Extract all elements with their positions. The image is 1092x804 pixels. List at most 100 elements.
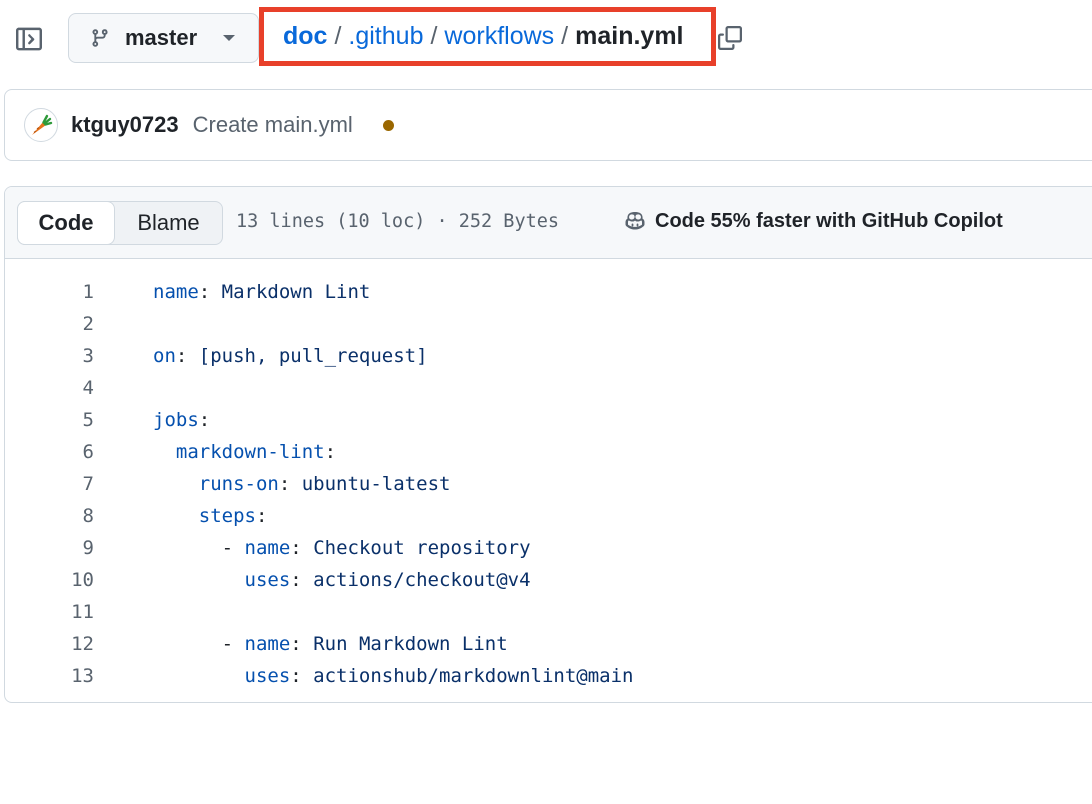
- copy-icon: [718, 26, 742, 50]
- code-key: uses: [244, 665, 291, 687]
- code-separator: :: [290, 569, 314, 591]
- sidebar-toggle-button[interactable]: [14, 24, 44, 54]
- commit-message-link[interactable]: Create main.yml: [193, 112, 353, 138]
- code-line: 1 name: Markdown Lint: [5, 276, 1092, 308]
- chevron-down-icon: [223, 35, 236, 41]
- code-value: Markdown Lint: [221, 281, 371, 303]
- line-number[interactable]: 13: [5, 665, 94, 687]
- code-value: [push, pull_request]: [198, 345, 428, 367]
- code-value: Run Markdown Lint: [313, 633, 508, 655]
- breadcrumb: doc / .github / workflows / main.yml: [259, 7, 716, 66]
- copy-path-button[interactable]: [715, 23, 745, 53]
- code-line: 8 steps:: [5, 500, 1092, 532]
- file-header: Code Blame 13 lines (10 loc) · 252 Bytes…: [5, 187, 1092, 259]
- code-key: name: [244, 633, 291, 655]
- code-key: jobs: [153, 409, 199, 431]
- line-content: runs-on: ubuntu-latest: [153, 473, 451, 495]
- code-value: actions/checkout@v4: [313, 569, 531, 591]
- line-number[interactable]: 8: [5, 505, 94, 527]
- commit-author-link[interactable]: ktguy0723: [71, 112, 179, 138]
- code-line: 6 markdown-lint:: [5, 436, 1092, 468]
- code-separator: :: [255, 505, 268, 527]
- code-separator: :: [175, 345, 199, 367]
- code-line: 9 - name: Checkout repository: [5, 532, 1092, 564]
- code-separator: :: [278, 473, 302, 495]
- code-separator: :: [290, 633, 314, 655]
- code-list-dash: -: [221, 633, 245, 655]
- carrot-icon: [32, 114, 53, 135]
- code-line: 5 jobs:: [5, 404, 1092, 436]
- code-key: name: [244, 537, 291, 559]
- line-content: uses: actions/checkout@v4: [153, 569, 531, 591]
- line-number[interactable]: 3: [5, 345, 94, 367]
- branch-name: master: [125, 25, 198, 50]
- line-content: jobs:: [153, 409, 210, 431]
- copilot-promo-text: Code 55% faster with GitHub Copilot: [655, 209, 1003, 232]
- code-separator: :: [324, 441, 337, 463]
- code-line: 13 uses: actionshub/markdownlint@main: [5, 660, 1092, 692]
- code-key: name: [153, 281, 199, 303]
- code-value: ubuntu-latest: [301, 473, 451, 495]
- line-number[interactable]: 4: [5, 377, 94, 399]
- line-content: uses: actionshub/markdownlint@main: [153, 665, 634, 687]
- line-number[interactable]: 12: [5, 633, 94, 655]
- code-separator: :: [198, 409, 211, 431]
- avatar[interactable]: [24, 108, 58, 142]
- code-line: 12 - name: Run Markdown Lint: [5, 628, 1092, 660]
- line-content: - name: Checkout repository: [153, 537, 531, 559]
- sidebar-expand-icon: [16, 27, 42, 51]
- breadcrumb-repo-link[interactable]: doc: [283, 22, 327, 51]
- branch-selector-button[interactable]: master: [68, 13, 259, 63]
- breadcrumb-current-file: main.yml: [575, 22, 684, 50]
- line-number[interactable]: 5: [5, 409, 94, 431]
- code-key: uses: [244, 569, 291, 591]
- line-content: - name: Run Markdown Lint: [153, 633, 508, 655]
- code-line: 2: [5, 308, 1092, 340]
- git-branch-icon: [89, 27, 111, 49]
- file-viewer: Code Blame 13 lines (10 loc) · 252 Bytes…: [4, 186, 1092, 703]
- line-number[interactable]: 10: [5, 569, 94, 591]
- line-content: steps:: [153, 505, 268, 527]
- code-line: 7 runs-on: ubuntu-latest: [5, 468, 1092, 500]
- line-number[interactable]: 7: [5, 473, 94, 495]
- latest-commit-bar: ktguy0723 Create main.yml: [4, 89, 1092, 161]
- code-separator: :: [290, 665, 314, 687]
- code-key: markdown-lint: [175, 441, 325, 463]
- code-list-dash: -: [221, 537, 245, 559]
- line-number[interactable]: 1: [5, 281, 94, 303]
- code-area: 1 name: Markdown Lint 2 3 on: [push, pull_re…: [5, 259, 1092, 692]
- breadcrumb-separator: /: [334, 22, 342, 50]
- code-value: Checkout repository: [313, 537, 531, 559]
- code-line: 4: [5, 372, 1092, 404]
- commit-status-dot[interactable]: [382, 119, 394, 131]
- line-number[interactable]: 6: [5, 441, 94, 463]
- code-separator: :: [198, 281, 222, 303]
- breadcrumb-separator: /: [430, 22, 438, 50]
- breadcrumb-github-link[interactable]: .github: [348, 22, 423, 51]
- file-info: 13 lines (10 loc) · 252 Bytes: [236, 211, 560, 232]
- code-key: runs-on: [198, 473, 279, 495]
- line-number[interactable]: 2: [5, 313, 94, 335]
- code-tab-button[interactable]: Code: [17, 201, 115, 245]
- line-number[interactable]: 9: [5, 537, 94, 559]
- copilot-promo-link[interactable]: Code 55% faster with GitHub Copilot: [623, 209, 1003, 233]
- line-content: markdown-lint:: [153, 441, 336, 463]
- blame-tab-button[interactable]: Blame: [115, 202, 222, 244]
- breadcrumb-separator: /: [561, 22, 569, 50]
- code-value: actionshub/markdownlint@main: [313, 665, 634, 687]
- code-separator: :: [290, 537, 314, 559]
- breadcrumb-workflows-link[interactable]: workflows: [444, 22, 554, 51]
- line-number[interactable]: 11: [5, 601, 94, 623]
- line-content: on: [push, pull_request]: [153, 345, 428, 367]
- line-content: name: Markdown Lint: [153, 281, 370, 303]
- code-line: 11: [5, 596, 1092, 628]
- code-line: 3 on: [push, pull_request]: [5, 340, 1092, 372]
- code-line: 10 uses: actions/checkout@v4: [5, 564, 1092, 596]
